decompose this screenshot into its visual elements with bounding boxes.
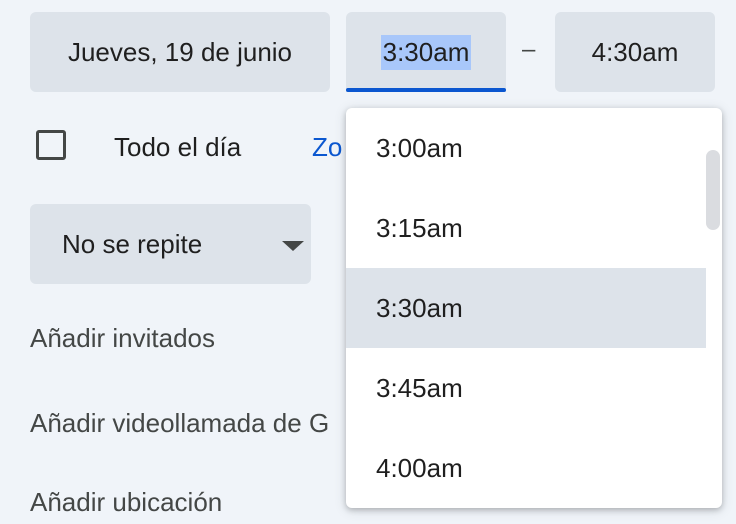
end-time-button[interactable]: 4:30am bbox=[555, 12, 715, 92]
add-guests-field[interactable]: Añadir invitados bbox=[30, 323, 215, 354]
time-option-selected[interactable]: 3:30am bbox=[346, 268, 706, 348]
start-time-value: 3:30am bbox=[380, 34, 472, 70]
time-option[interactable]: 3:45am bbox=[346, 348, 706, 428]
add-location-field[interactable]: Añadir ubicación bbox=[30, 487, 222, 518]
time-separator: – bbox=[522, 36, 536, 63]
dropdown-arrow-icon bbox=[282, 241, 304, 251]
timezone-link[interactable]: Zo bbox=[312, 132, 342, 163]
date-label: Jueves, 19 de junio bbox=[67, 36, 293, 67]
start-time-input[interactable]: 3:30am bbox=[346, 12, 506, 92]
date-button[interactable]: Jueves, 19 de junio bbox=[30, 12, 330, 92]
repeat-dropdown[interactable]: No se repite bbox=[30, 204, 311, 284]
repeat-label: No se repite bbox=[62, 228, 203, 259]
focus-underline bbox=[346, 88, 506, 92]
time-dropdown-menu: 3:00am 3:15am 3:30am 3:45am 4:00am bbox=[346, 108, 722, 508]
time-option[interactable]: 4:00am bbox=[346, 428, 706, 508]
all-day-checkbox[interactable] bbox=[36, 130, 66, 160]
end-time-value: 4:30am bbox=[591, 36, 679, 67]
add-video-call-button[interactable]: Añadir videollamada de G bbox=[30, 408, 329, 439]
time-option[interactable]: 3:00am bbox=[346, 108, 706, 188]
all-day-label: Todo el día bbox=[114, 132, 242, 162]
menu-scrollbar[interactable] bbox=[706, 150, 720, 230]
time-option[interactable]: 3:15am bbox=[346, 188, 706, 268]
